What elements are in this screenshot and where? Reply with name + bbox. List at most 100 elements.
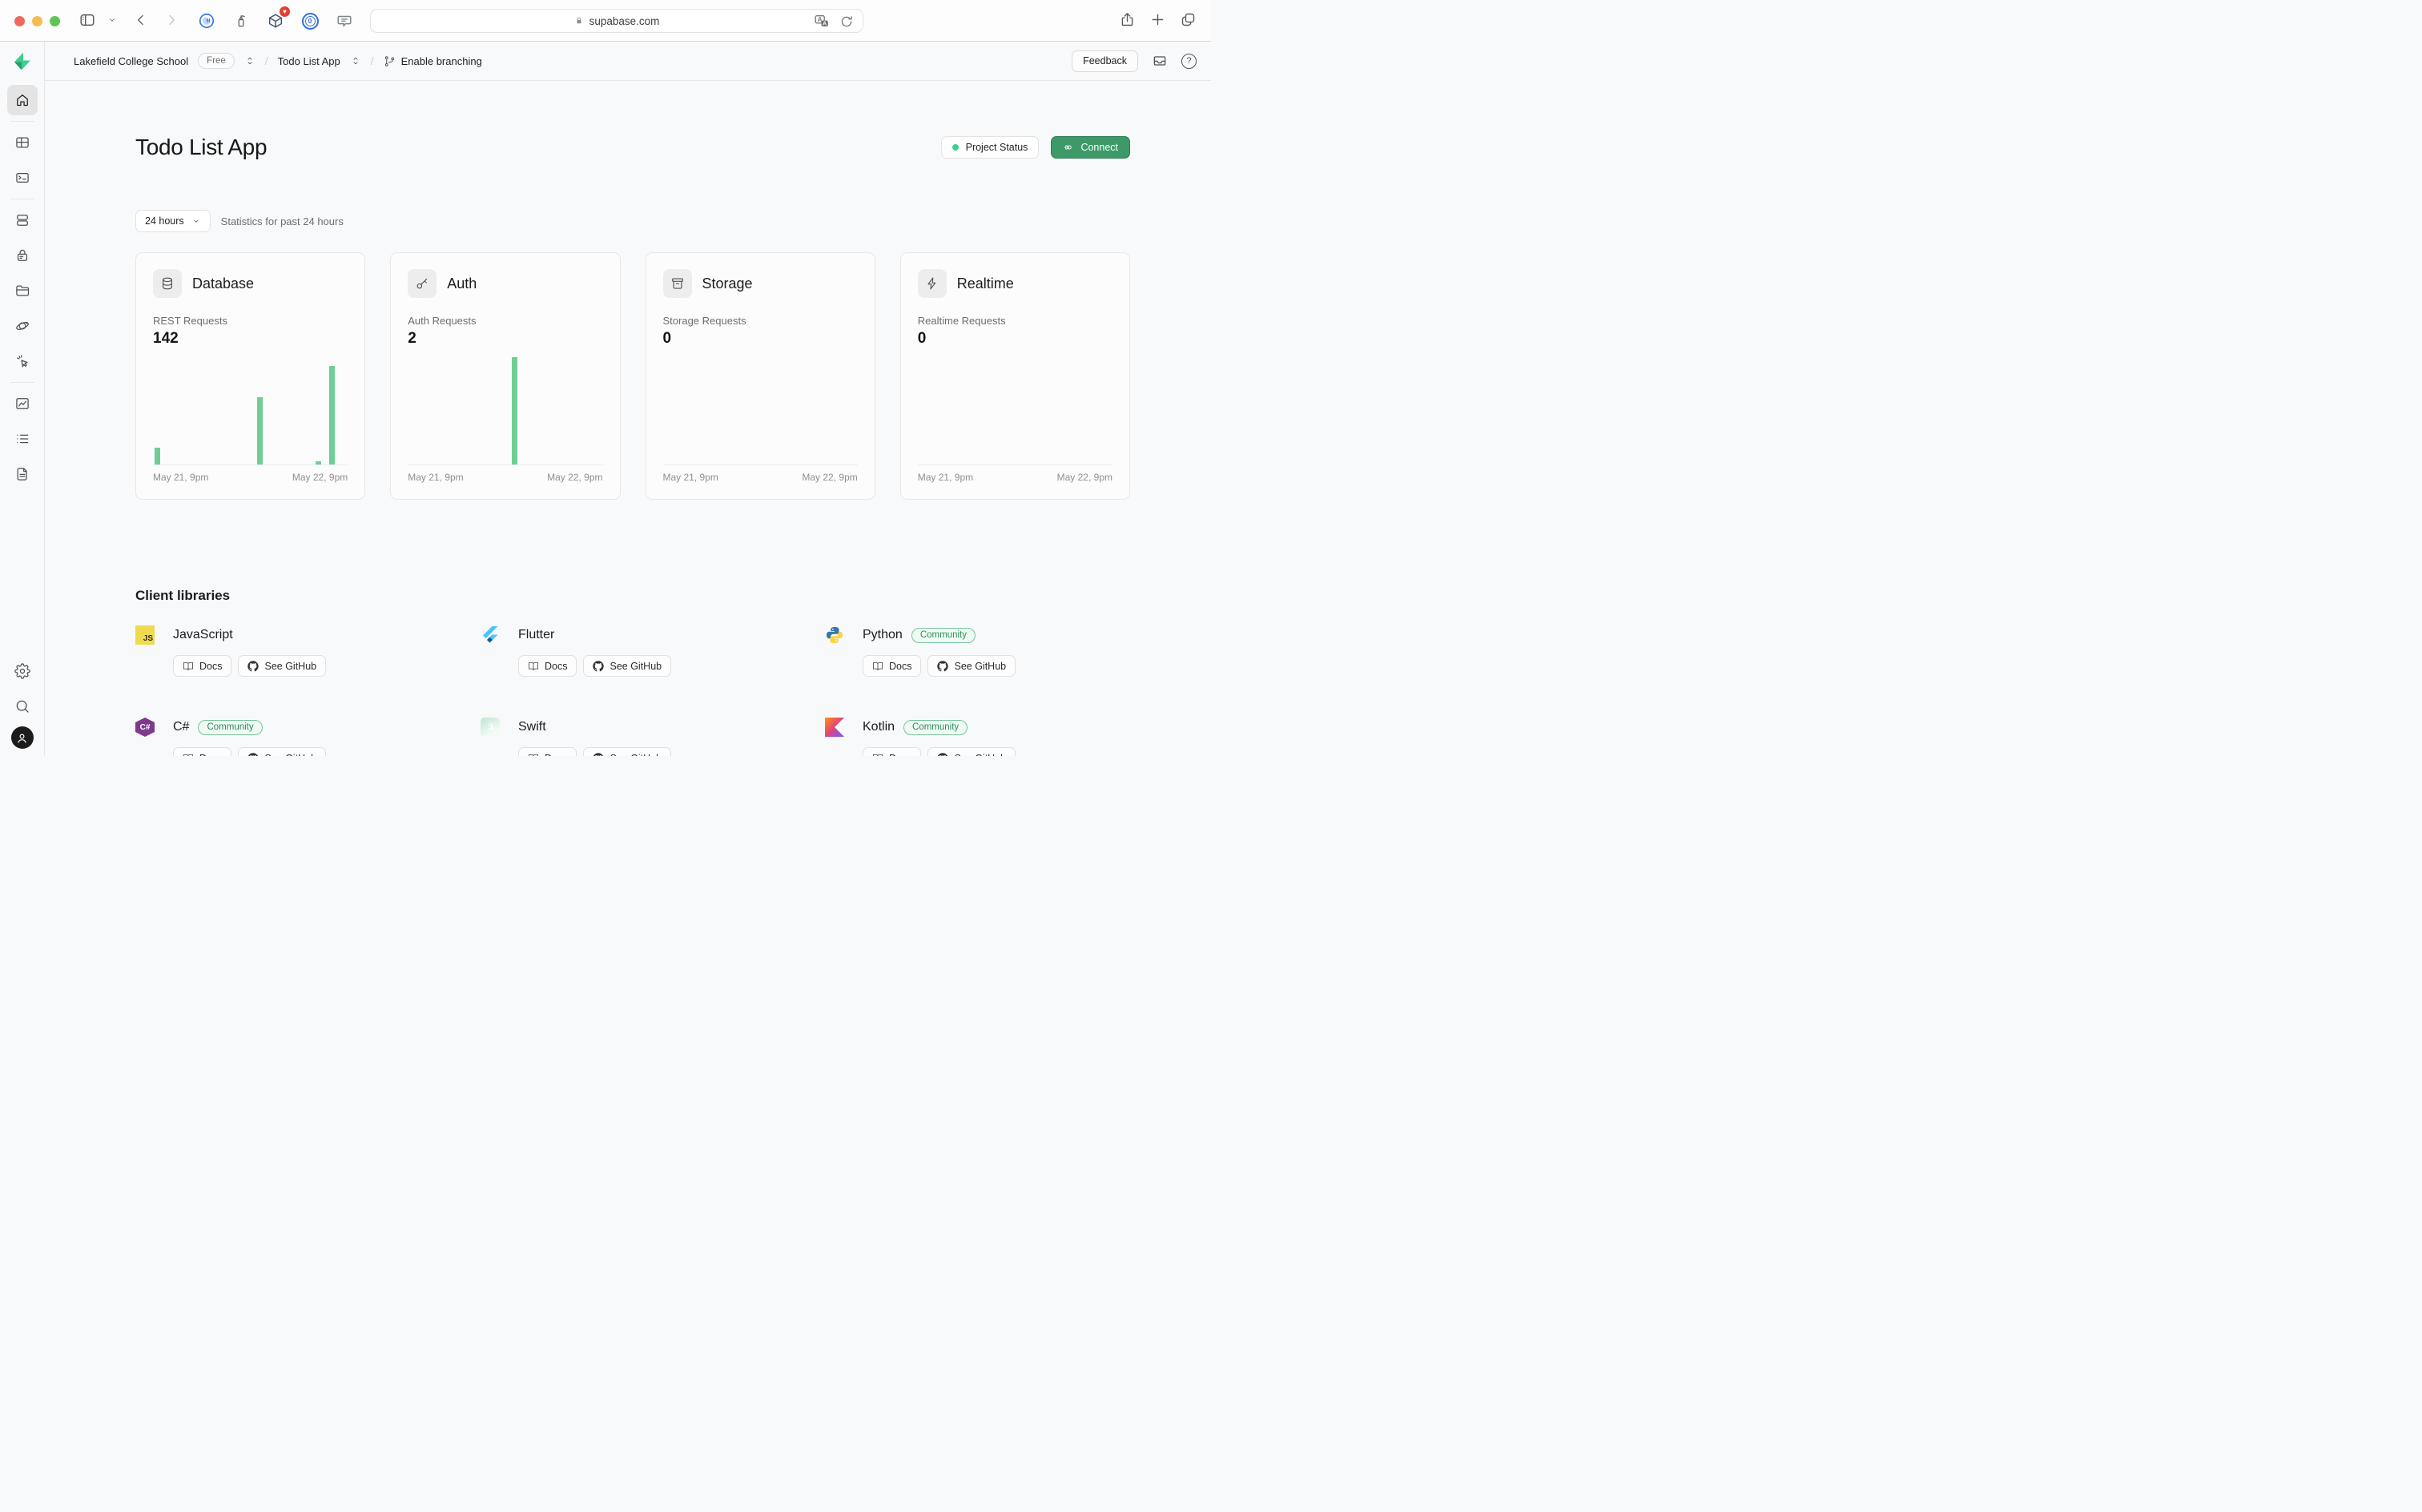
- connect-button[interactable]: Connect: [1051, 136, 1130, 159]
- docs-button[interactable]: Docs: [863, 655, 921, 677]
- close-window-button[interactable]: [14, 16, 25, 26]
- extension-blocker-icon[interactable]: 0: [300, 11, 320, 30]
- see-github-button[interactable]: See GitHub: [927, 747, 1016, 756]
- community-badge: Community: [903, 720, 968, 735]
- see-github-button[interactable]: See GitHub: [583, 747, 671, 756]
- sidebar-item-search[interactable]: [7, 691, 38, 722]
- extension-package-icon[interactable]: ♥: [266, 11, 285, 30]
- github-icon: [937, 661, 948, 672]
- url-text: supabase.com: [589, 15, 660, 27]
- metric-value: 0: [918, 330, 1112, 348]
- feedback-button[interactable]: Feedback: [1072, 50, 1138, 72]
- extension-activity-icon[interactable]: [197, 11, 216, 30]
- book-icon: [872, 661, 883, 672]
- url-bar[interactable]: supabase.com AA: [370, 9, 863, 33]
- python-icon: [825, 625, 844, 645]
- supabase-logo[interactable]: [0, 42, 44, 80]
- library-javascript: JS JavaScript Docs See GitHub: [135, 625, 481, 718]
- metric-label: Auth Requests: [408, 315, 602, 327]
- project-status-button[interactable]: Project Status: [941, 136, 1040, 159]
- card-title: Auth: [447, 275, 477, 292]
- library-kotlin: Kotlin Community Docs See GitHub: [825, 718, 1130, 756]
- inbox-icon[interactable]: [1152, 53, 1168, 69]
- forward-button[interactable]: [163, 12, 179, 28]
- sidebar-item-edge-functions[interactable]: [7, 311, 38, 341]
- status-dot: [952, 144, 959, 151]
- tab-overview-icon[interactable]: [1180, 11, 1197, 28]
- enable-branching-button[interactable]: Enable branching: [384, 55, 482, 67]
- git-branch-icon: [384, 55, 396, 67]
- time-range-select[interactable]: 24 hours: [135, 210, 211, 232]
- csharp-icon: C#: [135, 718, 155, 737]
- docs-button[interactable]: Docs: [863, 747, 921, 756]
- org-switcher-icon[interactable]: [244, 55, 255, 66]
- metric-label: Realtime Requests: [918, 315, 1112, 327]
- org-name[interactable]: Lakefield College School: [74, 55, 188, 67]
- chart-date-end: May 22, 9pm: [1057, 472, 1112, 483]
- sidebar-item-api-docs[interactable]: [7, 459, 38, 489]
- book-icon: [872, 753, 883, 757]
- chart-date-start: May 21, 9pm: [663, 472, 718, 483]
- docs-button[interactable]: Docs: [518, 655, 577, 677]
- sidebar-item-authentication[interactable]: [7, 240, 38, 271]
- rest-requests-chart: [153, 357, 348, 465]
- library-name: C#: [173, 720, 189, 734]
- github-icon: [247, 661, 259, 672]
- share-icon[interactable]: [1119, 11, 1136, 28]
- browser-chrome: ♥ 0 I supabase.com AA: [0, 0, 1211, 42]
- sidebar-item-reports[interactable]: [7, 388, 38, 419]
- docs-button[interactable]: Docs: [173, 655, 231, 677]
- chart-date-start: May 21, 9pm: [918, 472, 973, 483]
- realtime-card: Realtime Realtime Requests 0 May 21, 9pm…: [900, 252, 1130, 500]
- stats-caption: Statistics for past 24 hours: [221, 215, 344, 227]
- docs-button[interactable]: Docs: [173, 747, 231, 756]
- sidebar: [0, 42, 45, 756]
- extension-cleaner-icon[interactable]: [231, 11, 251, 30]
- minimize-window-button[interactable]: [32, 16, 42, 26]
- library-swift: Swift Docs See GitHub: [481, 718, 825, 756]
- github-icon: [247, 753, 259, 757]
- heart-badge: ♥: [280, 6, 290, 17]
- chart-date-end: May 22, 9pm: [802, 472, 857, 483]
- see-github-button[interactable]: See GitHub: [238, 655, 326, 677]
- database-icon: [153, 269, 182, 298]
- chart-bar: [257, 397, 263, 464]
- zoom-window-button[interactable]: [50, 16, 60, 26]
- sidebar-item-logs[interactable]: [7, 424, 38, 454]
- account-avatar[interactable]: [11, 726, 34, 749]
- reload-icon[interactable]: [839, 14, 855, 30]
- sidebar-item-home[interactable]: [7, 85, 38, 115]
- sidebar-item-settings[interactable]: [7, 656, 38, 686]
- help-icon[interactable]: ?: [1181, 54, 1197, 69]
- storage-card: Storage Storage Requests 0 May 21, 9pm M…: [646, 252, 875, 500]
- chevron-down-icon[interactable]: [107, 15, 117, 25]
- chart-bar: [512, 357, 517, 464]
- translate-icon[interactable]: AA: [813, 13, 831, 30]
- breadcrumb: Lakefield College School Free / Todo Lis…: [74, 53, 482, 69]
- sidebar-item-sql-editor[interactable]: [7, 163, 38, 193]
- project-switcher-icon[interactable]: [350, 55, 361, 66]
- see-github-button[interactable]: See GitHub: [238, 747, 326, 756]
- realtime-requests-chart: [918, 357, 1112, 465]
- sidebar-toggle-icon[interactable]: [78, 11, 96, 29]
- archive-icon: [663, 269, 692, 298]
- extension-speech-icon[interactable]: [335, 11, 354, 30]
- project-name[interactable]: Todo List App: [278, 55, 340, 67]
- sidebar-item-storage[interactable]: [7, 275, 38, 306]
- library-flutter: Flutter Docs See GitHub: [481, 625, 825, 718]
- new-tab-icon[interactable]: [1149, 11, 1166, 28]
- back-button[interactable]: [133, 12, 149, 28]
- see-github-button[interactable]: See GitHub: [583, 655, 671, 677]
- swift-icon: [481, 718, 500, 737]
- sidebar-item-table-editor[interactable]: [7, 127, 38, 158]
- docs-button[interactable]: Docs: [518, 747, 577, 756]
- see-github-button[interactable]: See GitHub: [927, 655, 1016, 677]
- library-python: Python Community Docs See GitHub: [825, 625, 1130, 718]
- usage-cards: Database REST Requests 142 May 21, 9pm M…: [135, 252, 1130, 500]
- sidebar-item-realtime[interactable]: [7, 346, 38, 376]
- sidebar-item-database[interactable]: [7, 205, 38, 235]
- divider: [10, 121, 34, 122]
- community-badge: Community: [198, 720, 262, 735]
- book-icon: [183, 753, 194, 757]
- github-icon: [593, 753, 604, 757]
